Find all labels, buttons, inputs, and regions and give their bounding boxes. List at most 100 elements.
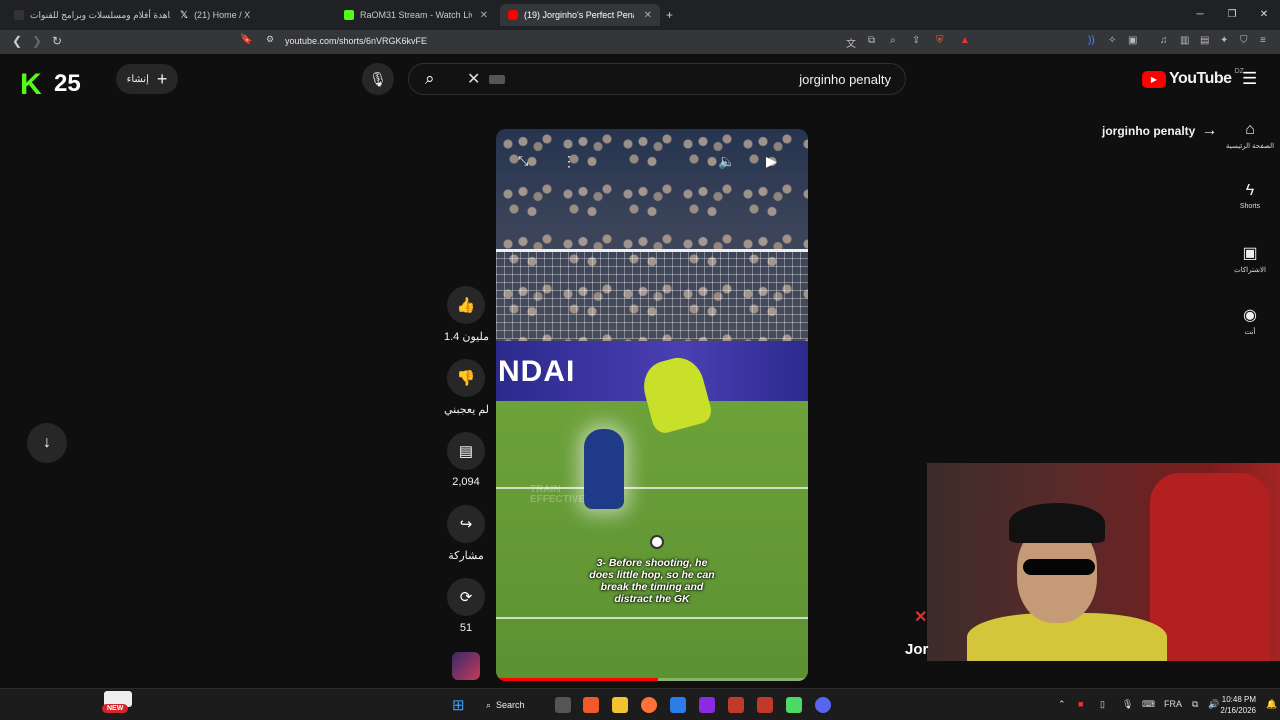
taskbar-search[interactable]: ⌕ Search [486, 695, 525, 715]
reload-icon[interactable]: ↻ [52, 34, 62, 48]
system-clock[interactable]: 10:48 PM 2/16/2026 [1220, 694, 1256, 716]
hamburger-menu-icon[interactable]: ☰ [1242, 69, 1257, 89]
search-input[interactable]: ⌕ ✕ jorginho penalty [408, 63, 906, 95]
youtube-play-logo-icon: ▶ [1142, 70, 1166, 88]
plus-icon: + [156, 68, 168, 89]
app-icon[interactable] [786, 697, 802, 713]
brave-rewards-icon[interactable]: ▲ [960, 35, 970, 46]
vpn-icon[interactable]: ⛉ [1240, 35, 1248, 46]
music-icon[interactable]: ♫ [1160, 35, 1168, 46]
voice-search-button[interactable]: 🎙 [362, 63, 394, 95]
new-tab-icon[interactable]: + [666, 8, 673, 22]
create-button[interactable]: إنشاء + [116, 64, 178, 94]
windows-taskbar: NEW ⊞ ⌕ Search ⌃ ■ ▯ 🎙 ⌨ FRA ⧉ 🔊 10:48 P… [0, 688, 1280, 720]
tab-title: مشاهدة أفلام ومسلسلات وبرامج للقنوات [30, 9, 170, 20]
sidebar-item-shorts[interactable]: ϟ Shorts [1226, 182, 1274, 210]
wallet2-icon[interactable]: ▤ [1200, 35, 1209, 46]
remix-button[interactable]: ⟳ [447, 578, 485, 616]
app-icon[interactable] [757, 697, 773, 713]
search-query: jorginho penalty [799, 72, 891, 87]
app-icon[interactable] [670, 697, 686, 713]
task-view-icon[interactable] [555, 697, 571, 713]
play-icon[interactable]: ▶ [766, 153, 777, 170]
discord-icon[interactable] [815, 697, 831, 713]
video-progress-fill [496, 678, 659, 681]
video-goal-net [496, 249, 808, 339]
thumbs-down-icon: 👎 [456, 370, 476, 387]
tray-app-icon[interactable]: ▯ [1100, 699, 1105, 710]
webcam-person-cap [1009, 503, 1105, 543]
tab-title: (21) Home / X [194, 10, 251, 20]
extensions-icon[interactable]: ✧ [1108, 35, 1116, 46]
volume-icon[interactable]: 🔈 [718, 153, 735, 170]
search-suggestion-link[interactable]: jorginho penalty → [1102, 122, 1217, 140]
share-action: ↪ مشاركة [444, 505, 488, 562]
more-options-icon[interactable]: ⋮ [562, 153, 576, 170]
shorts-video-player[interactable]: NDAI TRAIN EFFECTIVE 3- Before shooting,… [496, 129, 808, 681]
browser-tab-active[interactable]: (19) Jorginho's Perfect Penalty ✕ [500, 4, 660, 26]
show-hidden-icons[interactable]: ⌃ [1058, 699, 1066, 710]
comments-button[interactable]: ▤ [447, 432, 485, 470]
close-window-icon[interactable]: ✕ [1248, 0, 1280, 30]
audio-icon[interactable]: )) [1088, 35, 1095, 46]
remix-action: ⟳ 51 [444, 578, 488, 634]
file-explorer-icon[interactable] [612, 697, 628, 713]
microphone-tray-icon[interactable]: 🎙 [1122, 699, 1133, 710]
brave-shield-icon[interactable]: ⛨ [936, 35, 944, 46]
keyboard-tray-icon[interactable]: ⌨ [1142, 699, 1155, 710]
site-settings-icon[interactable]: ⚙ [266, 34, 274, 45]
like-button[interactable]: 👍 [447, 286, 485, 324]
leo-icon[interactable]: ✦ [1220, 35, 1228, 46]
keyboard-icon[interactable] [489, 75, 505, 84]
share-icon[interactable]: ⇪ [912, 35, 920, 46]
close-tab-icon[interactable]: ✕ [480, 10, 488, 21]
microphone-icon: 🎙 [369, 71, 387, 87]
site-favicon-icon [14, 10, 24, 20]
fullscreen-icon[interactable]: ⤡ [518, 153, 528, 169]
close-overlay-icon[interactable]: ✕ [914, 607, 927, 627]
zoom-icon[interactable]: ⌕ [890, 35, 896, 46]
open-external-icon[interactable]: ⧉ [868, 35, 875, 46]
dislike-button[interactable]: 👎 [447, 359, 485, 397]
kick-favicon-icon [344, 10, 354, 20]
search-icon: ⌕ [486, 699, 492, 710]
youtube-logo[interactable]: ▶ YouTube DZ [1142, 68, 1244, 88]
browser-tab[interactable]: RaOM31 Stream - Watch Live on ✕ [336, 4, 496, 26]
app-icon[interactable] [699, 697, 715, 713]
close-tab-icon[interactable]: ✕ [644, 10, 652, 21]
clear-search-icon[interactable]: ✕ [467, 69, 480, 89]
create-label: إنشاء [126, 73, 149, 85]
network-icon[interactable]: ⧉ [1192, 699, 1198, 710]
video-penalty-taker [584, 429, 624, 509]
sidebar-item-you[interactable]: ◉ أنت [1226, 305, 1274, 336]
sidebar-item-home[interactable]: ⌂ الصفحة الرئيسية [1226, 121, 1274, 150]
forward-icon[interactable]: ❯ [32, 34, 42, 48]
url-field[interactable]: youtube.com/shorts/6nVRGK6kvFE [285, 36, 427, 46]
tray-app-icon[interactable]: ■ [1078, 699, 1083, 709]
sidebar-toggle-icon[interactable]: ▥ [1180, 35, 1189, 46]
browser-tab[interactable]: مشاهدة أفلام ومسلسلات وبرامج للقنوات [6, 4, 170, 26]
restore-icon[interactable]: ❐ [1216, 0, 1248, 30]
volume-tray-icon[interactable]: 🔊 [1208, 699, 1219, 710]
minimize-icon[interactable]: ─ [1184, 0, 1216, 30]
sidebar-item-subscriptions[interactable]: ▣ الاشتراكات [1226, 243, 1274, 274]
notifications-icon[interactable]: 🔔 [1266, 699, 1277, 710]
windows-start-icon[interactable]: ⊞ [452, 696, 465, 714]
share-button[interactable]: ↪ [447, 505, 485, 543]
bookmark-icon[interactable]: 🔖 [240, 34, 252, 45]
language-indicator[interactable]: FRA [1164, 699, 1182, 709]
channel-avatar[interactable]: K 25 [20, 64, 100, 100]
translate-icon[interactable]: 文 [846, 35, 856, 50]
wallet-icon[interactable]: ▣ [1128, 35, 1137, 46]
app-icon[interactable] [728, 697, 744, 713]
brave-browser-icon[interactable] [583, 697, 599, 713]
back-icon[interactable]: ❮ [12, 34, 22, 48]
browser-tab[interactable]: 𝕏 (21) Home / X [172, 4, 332, 26]
menu-icon[interactable]: ≡ [1260, 35, 1266, 46]
firefox-icon[interactable] [641, 697, 657, 713]
next-short-button[interactable]: ↓ [27, 423, 67, 463]
video-progress-bar[interactable] [496, 678, 808, 681]
clock-time: 10:48 PM [1221, 695, 1256, 704]
sound-thumbnail[interactable] [452, 652, 480, 680]
search-icon[interactable]: ⌕ [425, 69, 435, 89]
